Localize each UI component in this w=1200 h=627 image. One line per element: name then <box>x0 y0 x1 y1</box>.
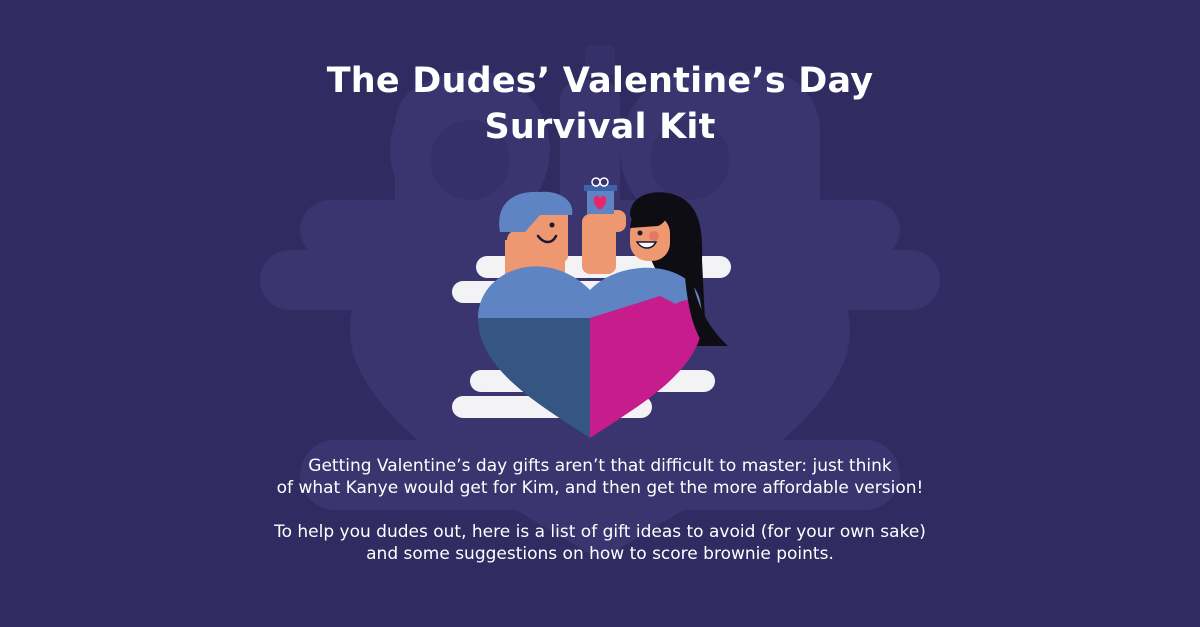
description-p2-line2: and some suggestions on how to score bro… <box>366 544 834 564</box>
title-line-1: The Dudes’ Valentine’s Day <box>326 61 874 101</box>
description: Getting Valentine’s day gifts aren’t tha… <box>0 455 1200 565</box>
description-p2-line1: To help you dudes out, here is a list of… <box>274 522 926 542</box>
banner: The Dudes’ Valentine’s Day Survival Kit … <box>0 0 1200 627</box>
description-p1-line2: of what Kanye would get for Kim, and the… <box>276 478 924 498</box>
description-p1-line1: Getting Valentine’s day gifts aren’t tha… <box>308 456 892 476</box>
page-title: The Dudes’ Valentine’s Day Survival Kit <box>0 58 1200 150</box>
title-line-2: Survival Kit <box>484 107 716 147</box>
